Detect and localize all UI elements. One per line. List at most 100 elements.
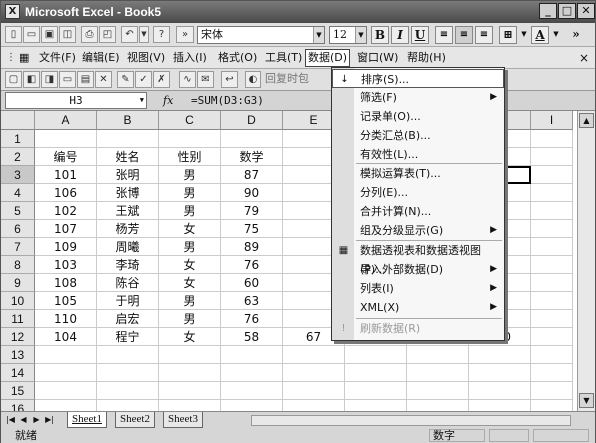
row-header[interactable]: 11	[1, 310, 35, 328]
table-cell[interactable]: 79	[221, 202, 283, 220]
table-cell[interactable]: 姓名	[97, 148, 159, 166]
table-cell[interactable]: 103	[35, 256, 97, 274]
table-cell[interactable]: 107	[35, 220, 97, 238]
table-cell[interactable]	[531, 130, 573, 148]
data-menu-item[interactable]: 模拟运算表(T)...	[332, 164, 504, 183]
table-cell[interactable]: 张博	[97, 184, 159, 202]
column-header[interactable]: B	[97, 111, 159, 130]
menu-tools[interactable]: 工具(T)	[263, 50, 304, 66]
table-cell[interactable]: 陈谷	[97, 274, 159, 292]
table-cell[interactable]: 程宁	[97, 328, 159, 346]
data-menu-item[interactable]: 记录单(O)...	[332, 107, 504, 126]
table-cell[interactable]	[531, 256, 573, 274]
data-menu-item[interactable]: 组及分级显示(G) ▶	[332, 221, 504, 240]
table-cell[interactable]: 女	[159, 220, 221, 238]
show-comment-icon[interactable]: ▭	[59, 71, 76, 88]
column-header[interactable]: C	[159, 111, 221, 130]
table-cell[interactable]: 数学	[221, 148, 283, 166]
table-cell[interactable]	[531, 202, 573, 220]
menu-file[interactable]: 文件(F)	[37, 50, 78, 66]
data-menu-item[interactable]: 导入外部数据(D) ▶	[332, 260, 504, 279]
table-cell[interactable]	[345, 364, 407, 382]
help-icon[interactable]: ?	[153, 26, 170, 43]
new-icon[interactable]: ▯	[5, 26, 22, 43]
scroll-down-icon[interactable]: ▼	[579, 393, 594, 408]
font-color-dropdown-icon[interactable]: ▼	[551, 26, 561, 44]
table-cell[interactable]: 104	[35, 328, 97, 346]
scroll-up-icon[interactable]: ▲	[579, 113, 594, 128]
table-cell[interactable]	[469, 400, 531, 411]
table-cell[interactable]	[221, 130, 283, 148]
mail-icon[interactable]: ✉	[197, 71, 214, 88]
row-header[interactable]: 10	[1, 292, 35, 310]
select-all-corner[interactable]	[1, 111, 35, 130]
save-icon[interactable]: ▣	[41, 26, 58, 43]
table-cell[interactable]	[531, 238, 573, 256]
table-cell[interactable]	[159, 130, 221, 148]
preview-icon[interactable]: ◰	[99, 26, 116, 43]
table-cell[interactable]	[531, 274, 573, 292]
table-cell[interactable]	[159, 364, 221, 382]
table-cell[interactable]: 90	[221, 184, 283, 202]
data-menu-item[interactable]: 合并计算(N)...	[332, 202, 504, 221]
table-cell[interactable]: 性别	[159, 148, 221, 166]
table-cell[interactable]: 女	[159, 274, 221, 292]
table-cell[interactable]	[345, 400, 407, 411]
toolbar-options-icon[interactable]: »	[176, 26, 194, 43]
row-header[interactable]: 9	[1, 274, 35, 292]
table-cell[interactable]	[97, 130, 159, 148]
menu-help[interactable]: 帮助(H)	[405, 50, 448, 66]
table-cell[interactable]: 101	[35, 166, 97, 184]
track-changes-icon[interactable]: ✎	[117, 71, 134, 88]
table-cell[interactable]: 108	[35, 274, 97, 292]
table-cell[interactable]: 男	[159, 184, 221, 202]
table-cell[interactable]: 76	[221, 310, 283, 328]
close-button[interactable]: ✕	[577, 3, 595, 19]
column-header[interactable]: A	[35, 111, 97, 130]
table-cell[interactable]	[531, 382, 573, 400]
data-menu-item[interactable]: XML(X) ▶	[332, 298, 504, 317]
chevron-down-icon[interactable]: ▼	[313, 27, 324, 43]
table-cell[interactable]	[283, 400, 345, 411]
prev-sheet-icon[interactable]: ◀	[18, 414, 29, 426]
maximize-button[interactable]: □	[558, 3, 576, 19]
font-size-select[interactable]: 12 ▼	[329, 26, 367, 44]
table-cell[interactable]	[531, 148, 573, 166]
permission-icon[interactable]: ◫	[59, 26, 76, 43]
table-cell[interactable]	[35, 364, 97, 382]
sheet-tab-1[interactable]: Sheet1	[67, 412, 107, 428]
borders-dropdown-icon[interactable]: ▼	[519, 26, 529, 44]
next-sheet-icon[interactable]: ▶	[31, 414, 42, 426]
table-cell[interactable]	[407, 364, 469, 382]
table-cell[interactable]	[221, 382, 283, 400]
table-cell[interactable]: 105	[35, 292, 97, 310]
table-cell[interactable]	[283, 364, 345, 382]
table-cell[interactable]	[345, 382, 407, 400]
table-cell[interactable]	[407, 346, 469, 364]
table-cell[interactable]: 男	[159, 202, 221, 220]
table-cell[interactable]: 杨芳	[97, 220, 159, 238]
sheet-tab-3[interactable]: Sheet3	[163, 412, 203, 428]
fx-icon[interactable]: fx	[163, 94, 173, 107]
table-cell[interactable]	[531, 364, 573, 382]
data-menu-item[interactable]: 分类汇总(B)...	[332, 126, 504, 145]
table-cell[interactable]	[531, 328, 573, 346]
table-cell[interactable]	[283, 346, 345, 364]
table-cell[interactable]: 王斌	[97, 202, 159, 220]
row-header[interactable]: 2	[1, 148, 35, 166]
table-cell[interactable]	[97, 382, 159, 400]
table-cell[interactable]: 于明	[97, 292, 159, 310]
table-cell[interactable]: 106	[35, 184, 97, 202]
chevron-down-icon[interactable]: ▼	[140, 93, 144, 108]
close-workbook-icon[interactable]: ×	[577, 50, 591, 66]
table-cell[interactable]	[407, 400, 469, 411]
table-cell[interactable]: 男	[159, 310, 221, 328]
menu-view[interactable]: 视图(V)	[125, 50, 167, 66]
table-cell[interactable]	[531, 184, 573, 202]
bold-button[interactable]: B	[371, 26, 389, 44]
table-cell[interactable]	[159, 346, 221, 364]
table-cell[interactable]	[159, 382, 221, 400]
table-cell[interactable]	[221, 346, 283, 364]
menu-data[interactable]: 数据(D)	[305, 49, 351, 67]
align-center-icon[interactable]: ≡	[455, 26, 473, 44]
